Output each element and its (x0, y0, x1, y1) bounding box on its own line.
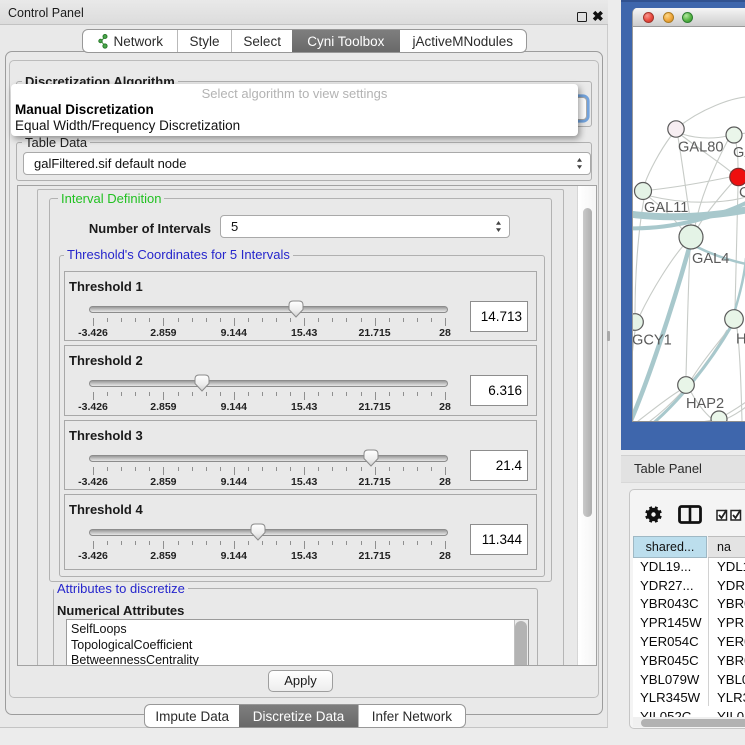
svg-text:GAL80: GAL80 (678, 140, 723, 156)
svg-text:GAL11: GAL11 (644, 200, 688, 216)
svg-text:H: H (736, 332, 745, 348)
svg-text:C: C (739, 185, 745, 201)
svg-text:HAP2: HAP2 (686, 396, 724, 412)
svg-text:GA: GA (733, 145, 745, 161)
svg-text:GAL4: GAL4 (692, 251, 729, 267)
svg-text:GCY1: GCY1 (633, 333, 672, 349)
